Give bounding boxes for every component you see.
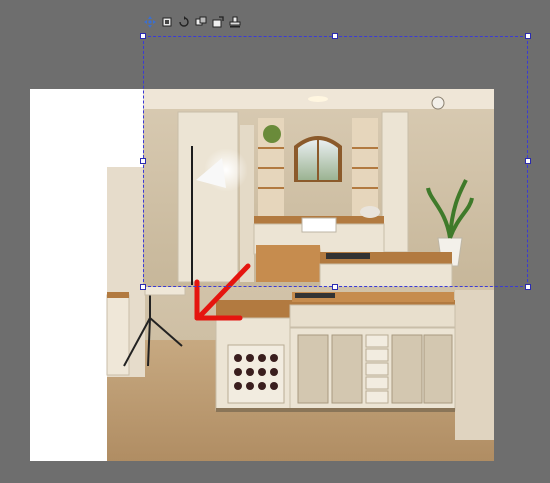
resize-handle-middle-right[interactable] (525, 158, 531, 164)
crop-icon[interactable] (160, 16, 173, 29)
replace-icon[interactable] (211, 16, 224, 29)
stamp-icon[interactable] (228, 16, 241, 29)
resize-handle-top-left[interactable] (140, 33, 146, 39)
image-toolbar (143, 15, 241, 29)
resize-handle-top-right[interactable] (525, 33, 531, 39)
editor-canvas[interactable] (0, 0, 550, 483)
move-icon[interactable] (143, 16, 156, 29)
resize-handle-top-center[interactable] (332, 33, 338, 39)
resize-handle-bottom-left[interactable] (140, 284, 146, 290)
kitchen-photo-top-selected[interactable] (143, 89, 494, 288)
flip-icon[interactable] (194, 16, 207, 29)
resize-handle-middle-left[interactable] (140, 158, 146, 164)
resize-handle-bottom-right[interactable] (525, 284, 531, 290)
rotate-icon[interactable] (177, 16, 190, 29)
photo-layers (106, 89, 494, 461)
resize-handle-bottom-center[interactable] (332, 284, 338, 290)
